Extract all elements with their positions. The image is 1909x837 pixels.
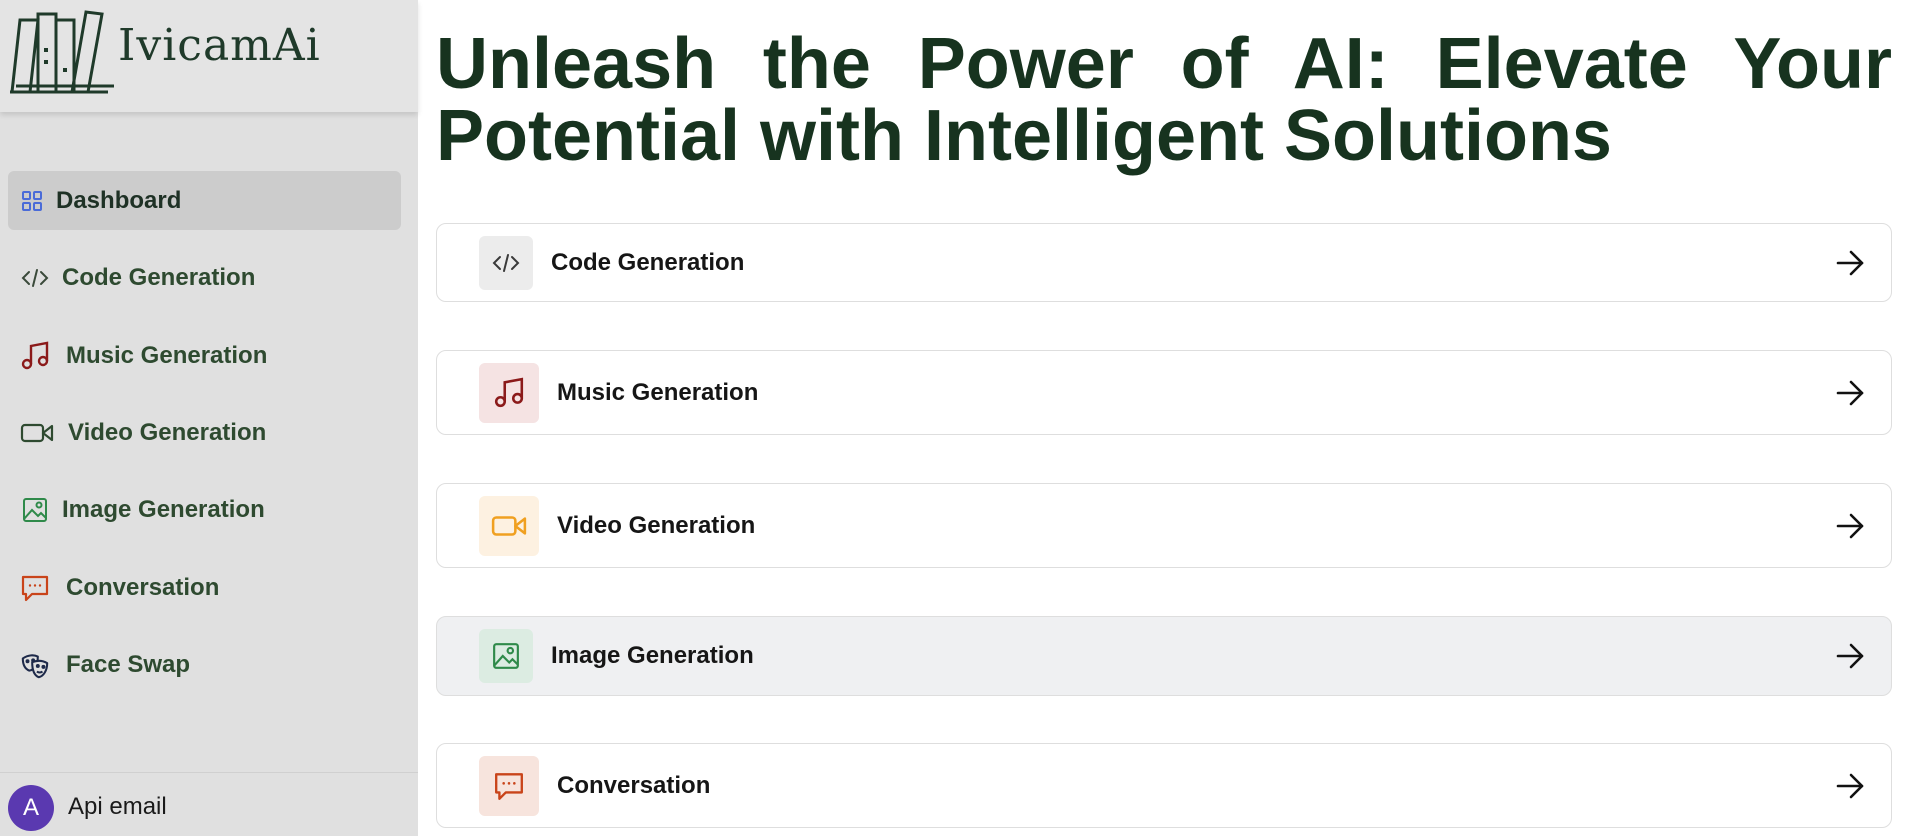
account-footer[interactable]: A Api email [0, 772, 418, 837]
tool-card-music-generation[interactable]: Music Generation [436, 350, 1892, 435]
sidebar-item-label: Face Swap [66, 650, 191, 678]
tool-card-label: Video Generation [557, 511, 756, 539]
sidebar-item-code-generation[interactable]: Code Generation [8, 248, 401, 307]
sidebar-item-music-generation[interactable]: Music Generation [8, 326, 401, 385]
video-camera-icon [20, 418, 54, 448]
account-name: Api email [68, 793, 167, 820]
code-icon [492, 253, 520, 272]
sidebar-item-face-swap[interactable]: Face Swap [8, 635, 401, 694]
music-note-icon [494, 377, 524, 407]
sidebar-item-dashboard[interactable]: Dashboard [8, 171, 401, 230]
sidebar-item-label: Music Generation [66, 341, 268, 369]
sidebar-item-label: Code Generation [62, 263, 256, 291]
sidebar-item-label: Video Generation [68, 418, 267, 446]
logo-bar[interactable]: IvicamAi [0, 0, 418, 112]
video-camera-icon [491, 515, 527, 536]
tool-card-code-generation[interactable]: Code Generation [436, 223, 1892, 302]
tool-card-video-generation[interactable]: Video Generation [436, 483, 1892, 568]
avatar[interactable]: A [8, 785, 54, 831]
arrow-right-icon [1836, 250, 1864, 275]
tool-card-conversation[interactable]: Conversation [436, 743, 1892, 828]
arrow-right-icon [1836, 643, 1864, 669]
arrow-right-icon [1836, 773, 1864, 798]
sidebar-item-label: Image Generation [62, 495, 265, 523]
grid-icon [20, 186, 44, 216]
sidebar-item-label: Conversation [66, 573, 220, 601]
tool-icon-tile [479, 629, 533, 683]
chat-bubble-icon [20, 573, 50, 603]
sidebar: IvicamAi Dashboard Code Generation Music… [0, 0, 418, 836]
tool-icon-tile [479, 362, 539, 423]
masks-icon [20, 650, 50, 680]
arrow-right-icon [1836, 380, 1864, 405]
image-icon [20, 495, 50, 525]
tool-card-image-generation[interactable]: Image Generation [436, 616, 1892, 696]
tool-icon-tile [479, 755, 539, 816]
tool-icon-tile [479, 495, 539, 556]
sidebar-item-video-generation[interactable]: Video Generation [8, 403, 401, 462]
tool-card-label: Conversation [557, 771, 711, 799]
brand-name: IvicamAi [118, 20, 321, 71]
sidebar-item-image-generation[interactable]: Image Generation [8, 480, 401, 539]
tool-card-label: Music Generation [557, 378, 759, 406]
sidebar-item-conversation[interactable]: Conversation [8, 558, 401, 617]
tool-card-label: Code Generation [551, 248, 745, 276]
page-headline: Unleash the Power of AI: Elevate Your Po… [436, 24, 1892, 176]
tool-icon-tile [479, 235, 533, 290]
chat-bubble-icon [495, 772, 523, 800]
logo-icon [10, 10, 114, 94]
music-note-icon [20, 341, 50, 371]
sidebar-item-label: Dashboard [56, 186, 182, 214]
code-icon [20, 263, 50, 293]
arrow-right-icon [1836, 513, 1864, 538]
image-icon [493, 643, 519, 669]
tool-card-label: Image Generation [551, 642, 754, 669]
